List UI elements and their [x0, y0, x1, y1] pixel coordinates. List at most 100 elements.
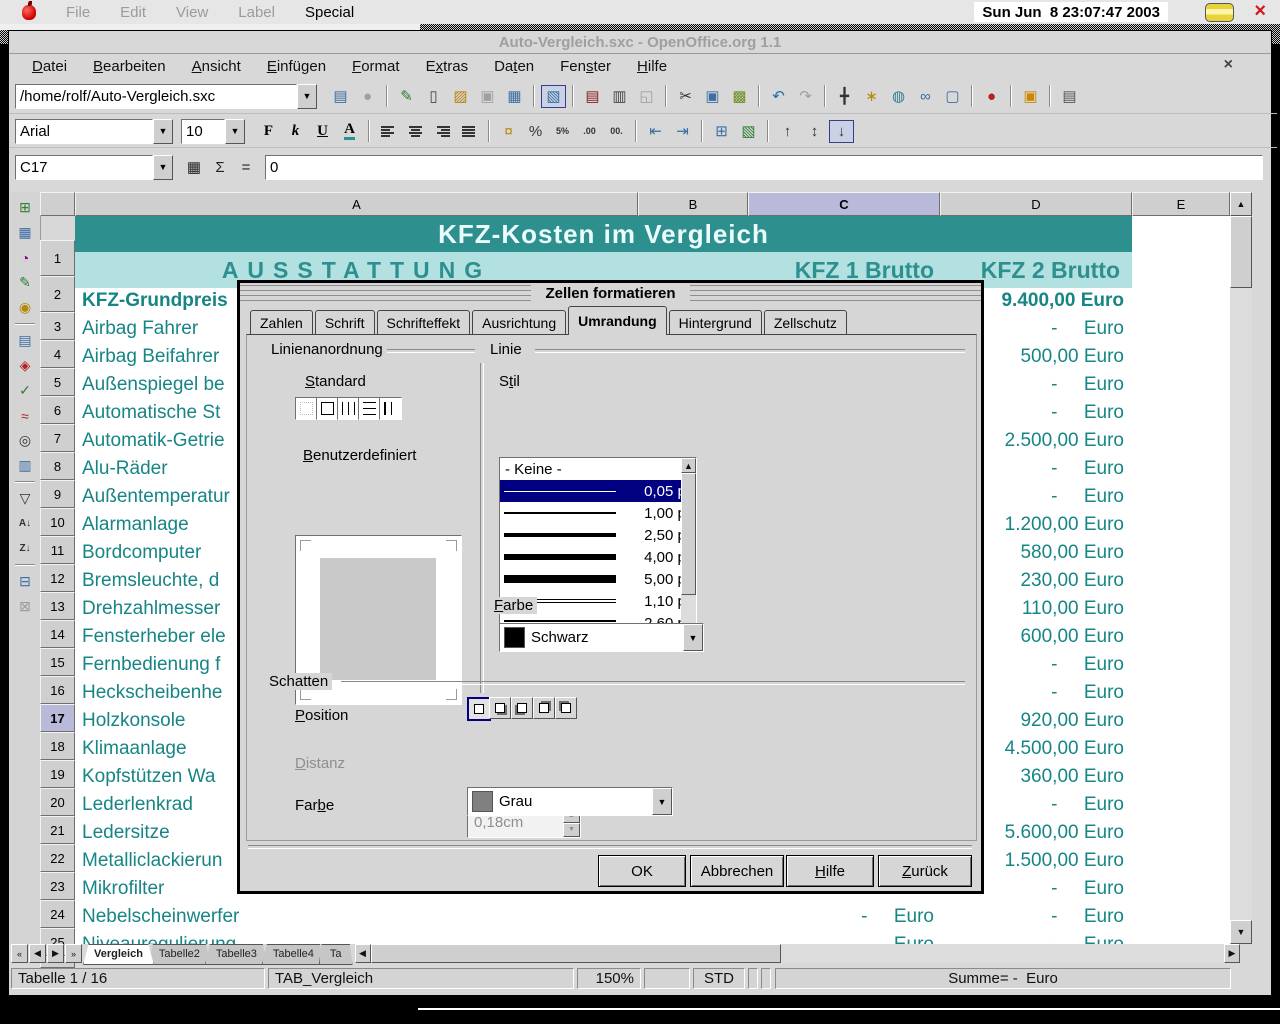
row-header-16[interactable]: 16 — [40, 676, 75, 704]
standard-format-icon[interactable]: 5% — [550, 120, 575, 143]
cell-a22[interactable]: Ledersitze — [82, 822, 170, 844]
insert-cells-icon[interactable]: ▦ — [13, 221, 37, 244]
row-header-5[interactable]: 5 — [40, 368, 75, 396]
tab-zellschutz[interactable]: Zellschutz — [764, 310, 847, 335]
cell-c25[interactable]: - Euro — [748, 906, 938, 928]
tab-scroll-left-icon[interactable]: ◀ — [355, 944, 371, 963]
line-style-1-00-pt[interactable]: 1,00 pt — [500, 502, 696, 524]
sheet-tab-tabelle2[interactable]: Tabelle2 — [148, 944, 211, 965]
cell-a21[interactable]: Lederlenkrad — [82, 794, 193, 816]
decrease-indent-icon[interactable]: ⇤ — [643, 120, 668, 143]
apple-menu-icon[interactable] — [22, 5, 36, 20]
align-justify-icon[interactable] — [457, 120, 482, 143]
menu-einfügen[interactable]: Einfügen — [254, 56, 339, 77]
borders-icon[interactable]: ⊞ — [709, 120, 734, 143]
align-vcenter-icon[interactable]: ↕ — [802, 120, 827, 143]
font-size-input[interactable] — [181, 119, 225, 144]
row-header-7[interactable]: 7 — [40, 424, 75, 452]
cell-a10[interactable]: Außentemperatur — [82, 486, 230, 508]
cell-a26[interactable]: Niveauregulierung — [82, 934, 236, 944]
help-button[interactable]: Hilfe — [786, 855, 874, 887]
status-zoom[interactable]: 150% — [577, 968, 641, 989]
shadow-bottom-right[interactable] — [489, 697, 511, 719]
cell-a14[interactable]: Drehzahlmesser — [82, 598, 220, 620]
cell-a9[interactable]: Alu-Räder — [82, 458, 168, 480]
list-scroll-up-icon[interactable]: ▲ — [681, 458, 696, 473]
cell-a15[interactable]: Fensterheber ele — [82, 626, 226, 648]
line-style--keine-[interactable]: - Keine - — [500, 458, 696, 480]
menu-datei[interactable]: Datei — [19, 56, 80, 77]
url-input[interactable] — [15, 84, 297, 109]
font-size-dropdown-icon[interactable]: ▼ — [225, 119, 245, 144]
shadow-none[interactable] — [467, 697, 491, 721]
print-icon[interactable]: ▥ — [607, 85, 632, 108]
row-header-17[interactable]: 17 — [40, 704, 75, 732]
preset-no-border[interactable] — [295, 397, 318, 420]
record-macro-icon[interactable]: ● — [979, 85, 1004, 108]
edit-file-icon[interactable]: ✎ — [394, 85, 419, 108]
select-all-corner[interactable] — [40, 192, 75, 216]
align-center-icon[interactable] — [403, 120, 428, 143]
basket-icon[interactable]: ▤ — [1057, 85, 1082, 108]
sum-icon[interactable]: Σ — [207, 159, 233, 176]
cell-a3[interactable]: KFZ-Grundpreis — [82, 290, 228, 312]
menu-ansicht[interactable]: Ansicht — [179, 56, 254, 77]
preset-box-horizontal[interactable] — [358, 397, 381, 420]
first-sheet-icon[interactable]: « — [11, 944, 28, 963]
line-style-2-50-pt[interactable]: 2,50 pt — [500, 524, 696, 546]
row-header-4[interactable]: 4 — [40, 340, 75, 368]
menu-bearbeiten[interactable]: Bearbeiten — [80, 56, 179, 77]
background-color-icon[interactable]: ▧ — [736, 120, 761, 143]
shadow-color-combobox[interactable]: Grau ▼ — [467, 787, 673, 816]
cell-reference-input[interactable] — [15, 155, 153, 180]
cell-a24[interactable]: Mikrofilter — [82, 878, 164, 900]
align-top-icon[interactable]: ↑ — [775, 120, 800, 143]
cell-reference-dropdown-icon[interactable]: ▼ — [153, 155, 173, 180]
tab-ausrichtung[interactable]: Ausrichtung — [472, 310, 566, 335]
tab-umrandung[interactable]: Umrandung — [568, 306, 667, 335]
tab-hintergrund[interactable]: Hintergrund — [669, 310, 762, 335]
menu-hilfe[interactable]: Hilfe — [624, 56, 680, 77]
row-header-9[interactable]: 9 — [40, 480, 75, 508]
row-header-23[interactable]: 23 — [40, 872, 75, 900]
hyperlink-icon[interactable]: ∞ — [913, 85, 938, 108]
percent-format-icon[interactable]: % — [523, 120, 548, 143]
shadow-top-right[interactable] — [533, 697, 555, 719]
insert-icon[interactable]: ⊞ — [13, 196, 37, 219]
autopilot-icon[interactable]: ◈ — [13, 354, 37, 377]
vertical-scrollbar[interactable] — [1230, 216, 1252, 944]
copy-icon[interactable]: ▣ — [700, 85, 725, 108]
sort-descending-icon[interactable]: Z↓ — [13, 537, 37, 560]
menu-extras[interactable]: Extras — [413, 56, 482, 77]
cell-a11[interactable]: Alarmanlage — [82, 514, 189, 536]
status-insert-mode[interactable]: STD — [693, 968, 745, 989]
cell-d26[interactable]: - Euro — [940, 934, 1130, 944]
align-bottom-icon[interactable]: ↓ — [829, 120, 854, 143]
insert-image-icon[interactable]: ▣ — [1018, 85, 1043, 108]
underline-icon[interactable]: U — [310, 120, 335, 143]
preset-left-vertical[interactable] — [379, 397, 402, 420]
align-left-icon[interactable] — [376, 120, 401, 143]
bold-icon[interactable]: F — [256, 120, 281, 143]
function-wizard-icon[interactable]: ▦ — [181, 158, 207, 176]
cell-a16[interactable]: Fernbedienung f — [82, 654, 220, 676]
sheet-tab-vergleich[interactable]: Vergleich — [83, 944, 154, 965]
row-header-21[interactable]: 21 — [40, 816, 75, 844]
menu-daten[interactable]: Daten — [481, 56, 547, 77]
font-name-input[interactable] — [15, 119, 153, 144]
next-sheet-icon[interactable]: ▶ — [47, 944, 64, 963]
new-document-icon[interactable]: ▯ — [421, 85, 446, 108]
line-style-5-00-pt[interactable]: 5,00 pt — [500, 568, 696, 590]
insert-chart-icon[interactable]: ◔ — [13, 246, 37, 269]
scroll-right-icon[interactable]: ▶ — [1224, 944, 1240, 963]
autofilter-icon[interactable]: ▽ — [13, 487, 37, 510]
line-style-0-05-pt[interactable]: 0,05 pt — [500, 480, 696, 502]
row-header-13[interactable]: 13 — [40, 592, 75, 620]
column-header-b[interactable]: B — [638, 192, 748, 216]
sheet-tab-tabelle4[interactable]: Tabelle4 — [262, 944, 325, 965]
increase-indent-icon[interactable]: ⇥ — [670, 120, 695, 143]
find-replace-icon[interactable]: ◎ — [13, 429, 37, 452]
insert-object-icon[interactable]: ▤ — [13, 329, 37, 352]
preset-box[interactable] — [316, 397, 339, 420]
stylist-icon[interactable]: ∗ — [859, 85, 884, 108]
